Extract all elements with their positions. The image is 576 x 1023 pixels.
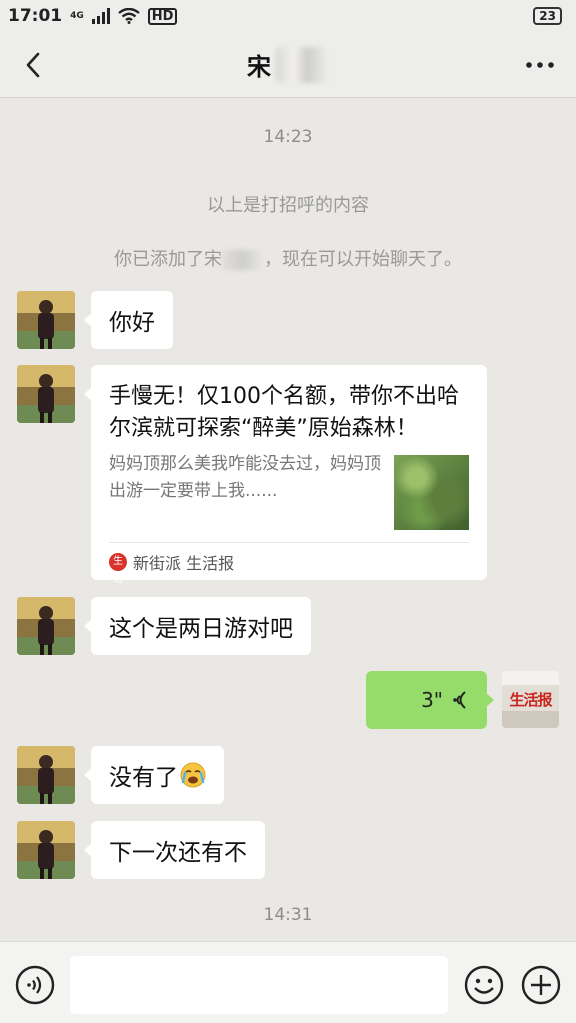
back-button[interactable] bbox=[14, 46, 52, 84]
network-label: 4G bbox=[70, 10, 84, 21]
system-added-suffix: ，现在可以开始聊天了。 bbox=[264, 249, 462, 270]
chat-title-wrap: 宋 bbox=[247, 46, 329, 83]
link-card[interactable]: 手慢无！仅100个名额，带你不出哈尔滨就可探索“醉美”原始森林！ 妈妈顶那么美我… bbox=[84, 365, 487, 585]
card-source: 新街派 生活报 bbox=[133, 553, 235, 573]
message-text: 下一次还有不 bbox=[109, 840, 247, 866]
crying-emoji-icon bbox=[180, 762, 206, 788]
signal-icon bbox=[91, 8, 110, 24]
contact-avatar[interactable] bbox=[17, 597, 75, 655]
network-type: 4G bbox=[70, 10, 84, 21]
message-bubble[interactable]: 你好 bbox=[84, 291, 173, 349]
card-thumbnail bbox=[394, 455, 469, 530]
emoji-button[interactable] bbox=[464, 965, 504, 1005]
message-input[interactable] bbox=[70, 956, 448, 1014]
chat-area[interactable]: 14:23 以上是打招呼的内容 你已添加了宋 ，现在可以开始聊天了。 你好 手慢… bbox=[0, 99, 576, 941]
source-logo-icon: 生活 bbox=[109, 552, 127, 585]
contact-avatar[interactable] bbox=[17, 821, 75, 879]
system-added-prefix: 你已添加了宋 bbox=[114, 249, 222, 270]
voice-input-button[interactable] bbox=[15, 965, 55, 1005]
contact-avatar[interactable] bbox=[17, 365, 75, 423]
card-title: 手慢无！仅100个名额，带你不出哈尔滨就可探索“醉美”原始森林！ bbox=[109, 384, 459, 441]
card-body: 妈妈顶那么美我咋能没去过，妈妈顶出游一定要带上我...... bbox=[109, 451, 469, 530]
voice-duration: 3" bbox=[421, 688, 443, 712]
voice-input-icon bbox=[15, 965, 55, 1005]
message-text: 你好 bbox=[109, 310, 155, 336]
plus-icon bbox=[521, 965, 561, 1005]
system-message-added: 你已添加了宋 ，现在可以开始聊天了。 bbox=[0, 245, 576, 271]
contact-avatar[interactable] bbox=[17, 746, 75, 804]
avatar-photo bbox=[17, 821, 75, 879]
message-text: 没有了 bbox=[109, 765, 178, 791]
more-horizontal-icon bbox=[526, 62, 554, 68]
more-actions-button[interactable] bbox=[521, 965, 561, 1005]
battery-icon: 23 bbox=[533, 7, 562, 25]
wifi-icon bbox=[118, 8, 140, 24]
timestamp: 14:31 bbox=[263, 905, 313, 925]
redacted-name bbox=[222, 250, 264, 270]
message-bubble[interactable]: 下一次还有不 bbox=[84, 821, 265, 879]
message-text: 这个是两日游对吧 bbox=[109, 616, 293, 642]
message-bubble[interactable]: 这个是两日游对吧 bbox=[84, 597, 311, 655]
voice-message-bubble[interactable]: 3" bbox=[366, 671, 494, 729]
timestamp: 14:23 bbox=[263, 127, 313, 147]
chat-title: 宋 bbox=[247, 53, 271, 81]
status-left: 17:01 4G HD bbox=[8, 6, 178, 26]
avatar-photo bbox=[17, 746, 75, 804]
system-message-greeting: 以上是打招呼的内容 bbox=[207, 195, 369, 216]
chevron-left-icon bbox=[26, 52, 40, 78]
my-avatar-logo-text: 生活报 bbox=[509, 691, 552, 709]
my-avatar[interactable]: 生活报 bbox=[502, 671, 559, 728]
avatar-photo bbox=[17, 291, 75, 349]
card-footer: 生活 新街派 生活报 bbox=[109, 542, 469, 585]
card-description: 妈妈顶那么美我咋能没去过，妈妈顶出游一定要带上我...... bbox=[109, 454, 381, 501]
more-options-button[interactable] bbox=[518, 46, 562, 84]
voice-wave-icon bbox=[453, 691, 466, 709]
hd-icon: HD bbox=[147, 7, 178, 25]
redacted-name bbox=[275, 46, 329, 83]
avatar-photo bbox=[17, 597, 75, 655]
status-bar: 17:01 4G HD 23 bbox=[0, 0, 576, 32]
chat-header: 宋 bbox=[0, 32, 576, 98]
status-time: 17:01 bbox=[8, 6, 63, 26]
avatar-photo bbox=[17, 365, 75, 423]
input-bar bbox=[0, 941, 576, 1023]
message-bubble[interactable]: 没有了 bbox=[84, 746, 224, 804]
emoji-icon bbox=[464, 965, 504, 1005]
contact-avatar[interactable] bbox=[17, 291, 75, 349]
